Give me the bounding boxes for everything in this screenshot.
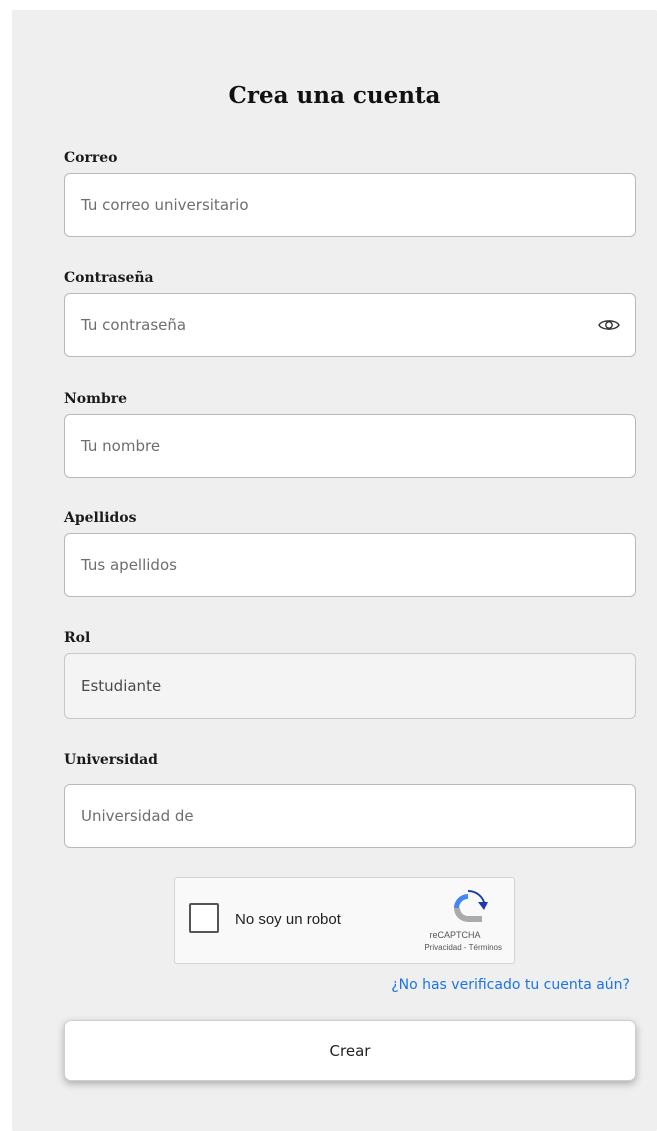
surname-label: Apellidos: [64, 510, 137, 526]
recaptcha-checkbox[interactable]: [189, 903, 219, 933]
university-field[interactable]: Universidad de: [64, 784, 636, 848]
recaptcha-widget: No soy un robot reCAPTCHA Privacidad - T…: [174, 877, 515, 964]
page-title: Crea una cuenta: [228, 82, 441, 109]
email-label: Correo: [64, 150, 118, 166]
name-field[interactable]: Tu nombre: [64, 414, 636, 478]
recaptcha-logo-icon: [448, 888, 488, 928]
email-placeholder: Tu correo universitario: [81, 196, 249, 214]
create-button[interactable]: Crear: [64, 1020, 636, 1081]
password-placeholder: Tu contraseña: [81, 316, 187, 334]
surname-field[interactable]: Tus apellidos: [64, 533, 636, 597]
role-field: Estudiante: [64, 653, 636, 719]
recaptcha-brand: reCAPTCHA: [429, 930, 481, 940]
university-placeholder: Universidad de: [81, 807, 194, 825]
recaptcha-links[interactable]: Privacidad - Términos: [402, 943, 502, 952]
name-placeholder: Tu nombre: [81, 437, 161, 455]
verify-account-link[interactable]: ¿No has verificado tu cuenta aún?: [391, 977, 630, 993]
recaptcha-label: No soy un robot: [235, 911, 341, 928]
password-field[interactable]: Tu contraseña: [64, 293, 636, 357]
university-label: Universidad: [64, 752, 158, 768]
eye-icon[interactable]: [597, 313, 621, 337]
role-value: Estudiante: [81, 677, 162, 695]
password-label: Contraseña: [64, 270, 154, 286]
surname-placeholder: Tus apellidos: [81, 556, 177, 574]
name-label: Nombre: [64, 391, 128, 407]
role-label: Rol: [64, 630, 91, 646]
email-field[interactable]: Tu correo universitario: [64, 173, 636, 237]
